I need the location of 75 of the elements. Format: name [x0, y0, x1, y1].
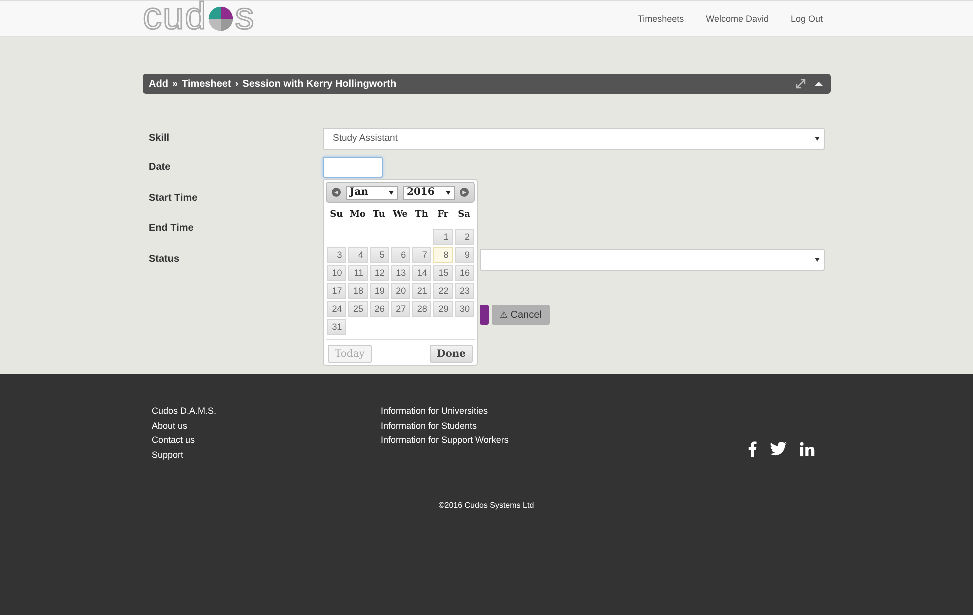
- calendar-day[interactable]: 25: [348, 301, 368, 317]
- breadcrumb-separator: »: [172, 78, 178, 90]
- calendar-day[interactable]: 26: [370, 301, 389, 317]
- calendar-day[interactable]: 16: [454, 265, 474, 281]
- calendar-day[interactable]: 17: [327, 283, 346, 299]
- caret-icon: [446, 190, 451, 194]
- calendar-day[interactable]: 29: [433, 301, 453, 317]
- calendar-day[interactable]: 5: [370, 247, 389, 263]
- calendar-day[interactable]: 7: [412, 247, 432, 263]
- footer-link[interactable]: Information for Universities: [381, 405, 601, 417]
- skill-select[interactable]: Study Assistant: [323, 128, 825, 150]
- done-button[interactable]: Done: [430, 345, 473, 363]
- nav-link[interactable]: Timesheets: [638, 14, 684, 24]
- field-label: Start Time: [149, 193, 199, 204]
- field-label: Date: [149, 162, 172, 173]
- footer-link[interactable]: About us: [152, 420, 372, 432]
- breadcrumb-item[interactable]: Add: [149, 78, 168, 90]
- cancel-button[interactable]: ⚠ Cancel: [492, 305, 550, 325]
- calendar-day[interactable]: 14: [412, 265, 432, 281]
- footer-link[interactable]: Information for Support Workers: [381, 434, 601, 446]
- date-field[interactable]: [323, 157, 383, 178]
- weekday-label: Su: [329, 210, 344, 222]
- breadcrumb-item[interactable]: Session with Kerry Hollingworth: [242, 78, 397, 90]
- weekday-label: Th: [414, 210, 430, 222]
- facebook-icon[interactable]: [748, 441, 757, 457]
- footer-link[interactable]: Information for Students: [381, 420, 601, 432]
- breadcrumb-separator: ›: [235, 78, 239, 90]
- copyright: ©2016 Cudos Systems Ltd: [438, 501, 536, 510]
- weekday-label: Sa: [457, 210, 472, 222]
- collapse-icon[interactable]: [815, 81, 823, 87]
- calendar-day[interactable]: 21: [412, 283, 432, 299]
- footer-link[interactable]: Cudos D.A.M.S.: [152, 405, 372, 417]
- caret-icon: [815, 136, 820, 140]
- calendar-day[interactable]: 9: [454, 247, 474, 263]
- calendar-day[interactable]: 22: [433, 283, 453, 299]
- logo-icon: [208, 6, 234, 32]
- expand-icon[interactable]: [796, 79, 806, 89]
- calendar-day[interactable]: 13: [390, 265, 410, 281]
- weekday-label: Fr: [436, 210, 450, 222]
- caret-icon: [815, 258, 820, 262]
- footer-link[interactable]: Support: [152, 448, 372, 460]
- calendar-day[interactable]: 8: [433, 247, 453, 263]
- twitter-icon[interactable]: [770, 442, 787, 456]
- weekday-label: Mo: [348, 210, 367, 222]
- field-label: Skill: [149, 133, 171, 144]
- calendar-day[interactable]: 24: [327, 301, 346, 317]
- calendar-day[interactable]: 19: [370, 283, 389, 299]
- footer-link[interactable]: Contact us: [152, 434, 372, 446]
- month-select[interactable]: Jan: [346, 186, 398, 200]
- calendar-day[interactable]: 4: [348, 247, 368, 263]
- calendar-day[interactable]: 20: [390, 283, 410, 299]
- calendar-day[interactable]: 12: [370, 265, 389, 281]
- calendar-day[interactable]: 2: [454, 229, 474, 245]
- linkedin-icon[interactable]: [800, 442, 815, 456]
- nav-link[interactable]: Welcome David: [706, 14, 769, 24]
- calendar-day[interactable]: 30: [454, 301, 474, 317]
- calendar-day[interactable]: 27: [390, 301, 410, 317]
- calendar-day[interactable]: 18: [348, 283, 368, 299]
- calendar-day[interactable]: 31: [327, 319, 346, 335]
- calendar-day[interactable]: 15: [433, 265, 453, 281]
- year-select[interactable]: 2016: [403, 186, 455, 200]
- weekday-label: Tu: [372, 210, 386, 222]
- nav-link[interactable]: Log Out: [790, 14, 823, 24]
- field-label: Status: [149, 254, 181, 265]
- calendar-day[interactable]: 1: [433, 229, 453, 245]
- field-label: End Time: [149, 223, 195, 234]
- caret-icon: [389, 190, 394, 194]
- calendar-day[interactable]: 28: [412, 301, 432, 317]
- weekday-label: We: [392, 210, 410, 222]
- calendar-day[interactable]: 10: [327, 265, 346, 281]
- breadcrumb-item[interactable]: Timesheet: [182, 78, 232, 90]
- calendar-day[interactable]: 6: [390, 247, 410, 263]
- calendar-day[interactable]: 23: [454, 283, 474, 299]
- calendar-day[interactable]: 11: [348, 265, 368, 281]
- calendar-day[interactable]: 3: [327, 247, 346, 263]
